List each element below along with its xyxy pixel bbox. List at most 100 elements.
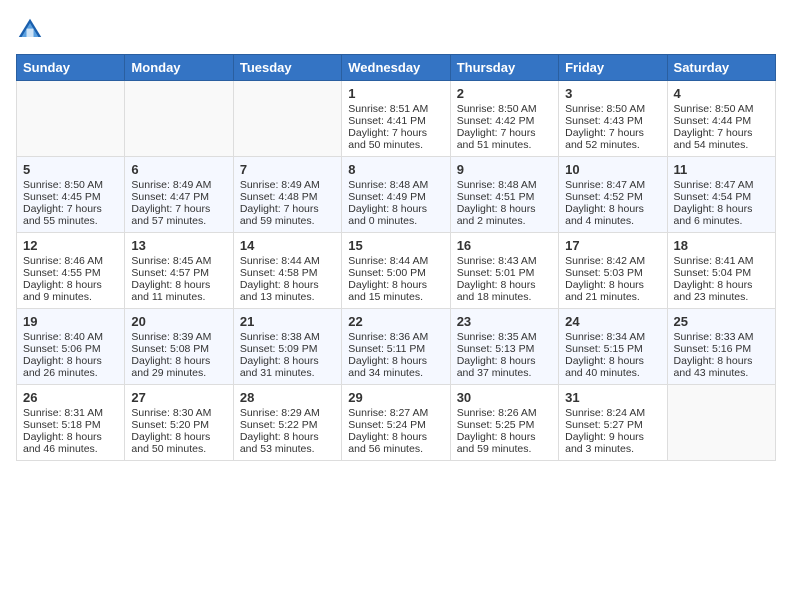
- sunset-text: Sunset: 5:24 PM: [348, 419, 443, 431]
- sunrise-text: Sunrise: 8:41 AM: [674, 255, 769, 267]
- page-header: [16, 16, 776, 44]
- calendar-cell: 17 Sunrise: 8:42 AMSunset: 5:03 PMDayligh…: [559, 233, 667, 309]
- day-number: 18: [674, 238, 769, 253]
- sunrise-text: Sunrise: 8:42 AM: [565, 255, 660, 267]
- day-number: 28: [240, 390, 335, 405]
- sunrise-text: Sunrise: 8:44 AM: [348, 255, 443, 267]
- calendar-cell: 5Sunrise: 8:50 AMSunset: 4:45 PMDaylight…: [17, 157, 125, 233]
- day-number: 12: [23, 238, 118, 253]
- sunset-text: Sunset: 5:03 PM: [565, 267, 660, 279]
- sunset-text: Sunset: 5:22 PM: [240, 419, 335, 431]
- day-number: 17: [565, 238, 660, 253]
- daylight-text: Daylight: 8 hours and 23 minutes.: [674, 279, 769, 303]
- calendar-cell: 8Sunrise: 8:48 AMSunset: 4:49 PMDaylight…: [342, 157, 450, 233]
- sunrise-text: Sunrise: 8:31 AM: [23, 407, 118, 419]
- day-number: 31: [565, 390, 660, 405]
- sunset-text: Sunset: 4:48 PM: [240, 191, 335, 203]
- sunrise-text: Sunrise: 8:44 AM: [240, 255, 335, 267]
- daylight-text: Daylight: 8 hours and 18 minutes.: [457, 279, 552, 303]
- sunrise-text: Sunrise: 8:50 AM: [23, 179, 118, 191]
- logo-icon: [16, 16, 44, 44]
- calendar-cell: 18 Sunrise: 8:41 AMSunset: 5:04 PMDayligh…: [667, 233, 775, 309]
- day-number: 9: [457, 162, 552, 177]
- daylight-text: Daylight: 7 hours and 59 minutes.: [240, 203, 335, 227]
- day-number: 16: [457, 238, 552, 253]
- calendar-cell: 26Sunrise: 8:31 AMSunset: 5:18 PMDayligh…: [17, 385, 125, 461]
- day-number: 30: [457, 390, 552, 405]
- sunrise-text: Sunrise: 8:36 AM: [348, 331, 443, 343]
- calendar-cell: 23Sunrise: 8:35 AMSunset: 5:13 PMDayligh…: [450, 309, 558, 385]
- day-number: 15: [348, 238, 443, 253]
- day-number: 6: [131, 162, 226, 177]
- sunrise-text: Sunrise: 8:46 AM: [23, 255, 118, 267]
- day-number: 4: [674, 86, 769, 101]
- calendar-cell: 30Sunrise: 8:26 AMSunset: 5:25 PMDayligh…: [450, 385, 558, 461]
- weekday-header-sunday: Sunday: [17, 55, 125, 81]
- sunset-text: Sunset: 4:49 PM: [348, 191, 443, 203]
- weekday-header-saturday: Saturday: [667, 55, 775, 81]
- day-number: 7: [240, 162, 335, 177]
- sunrise-text: Sunrise: 8:39 AM: [131, 331, 226, 343]
- daylight-text: Daylight: 8 hours and 2 minutes.: [457, 203, 552, 227]
- daylight-text: Daylight: 8 hours and 40 minutes.: [565, 355, 660, 379]
- sunrise-text: Sunrise: 8:49 AM: [131, 179, 226, 191]
- day-number: 19: [23, 314, 118, 329]
- sunrise-text: Sunrise: 8:33 AM: [674, 331, 769, 343]
- sunset-text: Sunset: 4:57 PM: [131, 267, 226, 279]
- day-number: 21: [240, 314, 335, 329]
- sunset-text: Sunset: 4:41 PM: [348, 115, 443, 127]
- daylight-text: Daylight: 7 hours and 54 minutes.: [674, 127, 769, 151]
- calendar-cell: 10Sunrise: 8:47 AMSunset: 4:52 PMDayligh…: [559, 157, 667, 233]
- sunset-text: Sunset: 4:43 PM: [565, 115, 660, 127]
- weekday-header-monday: Monday: [125, 55, 233, 81]
- daylight-text: Daylight: 8 hours and 59 minutes.: [457, 431, 552, 455]
- calendar-cell: 6Sunrise: 8:49 AMSunset: 4:47 PMDaylight…: [125, 157, 233, 233]
- day-number: 29: [348, 390, 443, 405]
- calendar-cell: 1Sunrise: 8:51 AMSunset: 4:41 PMDaylight…: [342, 81, 450, 157]
- sunrise-text: Sunrise: 8:47 AM: [674, 179, 769, 191]
- sunset-text: Sunset: 4:51 PM: [457, 191, 552, 203]
- calendar-cell: 16Sunrise: 8:43 AMSunset: 5:01 PMDayligh…: [450, 233, 558, 309]
- sunrise-text: Sunrise: 8:35 AM: [457, 331, 552, 343]
- sunrise-text: Sunrise: 8:45 AM: [131, 255, 226, 267]
- weekday-header-friday: Friday: [559, 55, 667, 81]
- daylight-text: Daylight: 7 hours and 57 minutes.: [131, 203, 226, 227]
- daylight-text: Daylight: 8 hours and 15 minutes.: [348, 279, 443, 303]
- daylight-text: Daylight: 8 hours and 31 minutes.: [240, 355, 335, 379]
- weekday-header-wednesday: Wednesday: [342, 55, 450, 81]
- sunset-text: Sunset: 5:08 PM: [131, 343, 226, 355]
- sunrise-text: Sunrise: 8:26 AM: [457, 407, 552, 419]
- sunrise-text: Sunrise: 8:51 AM: [348, 103, 443, 115]
- calendar-week-row: 19Sunrise: 8:40 AMSunset: 5:06 PMDayligh…: [17, 309, 776, 385]
- sunset-text: Sunset: 4:42 PM: [457, 115, 552, 127]
- daylight-text: Daylight: 8 hours and 53 minutes.: [240, 431, 335, 455]
- sunrise-text: Sunrise: 8:49 AM: [240, 179, 335, 191]
- sunset-text: Sunset: 5:01 PM: [457, 267, 552, 279]
- daylight-text: Daylight: 9 hours and 3 minutes.: [565, 431, 660, 455]
- sunrise-text: Sunrise: 8:50 AM: [457, 103, 552, 115]
- sunset-text: Sunset: 4:52 PM: [565, 191, 660, 203]
- calendar-cell: 19Sunrise: 8:40 AMSunset: 5:06 PMDayligh…: [17, 309, 125, 385]
- calendar-cell: 27Sunrise: 8:30 AMSunset: 5:20 PMDayligh…: [125, 385, 233, 461]
- sunrise-text: Sunrise: 8:27 AM: [348, 407, 443, 419]
- weekday-header-row: SundayMondayTuesdayWednesdayThursdayFrid…: [17, 55, 776, 81]
- daylight-text: Daylight: 8 hours and 50 minutes.: [131, 431, 226, 455]
- calendar-cell: 13Sunrise: 8:45 AMSunset: 4:57 PMDayligh…: [125, 233, 233, 309]
- daylight-text: Daylight: 8 hours and 21 minutes.: [565, 279, 660, 303]
- sunset-text: Sunset: 5:00 PM: [348, 267, 443, 279]
- weekday-header-thursday: Thursday: [450, 55, 558, 81]
- logo: [16, 16, 48, 44]
- daylight-text: Daylight: 8 hours and 43 minutes.: [674, 355, 769, 379]
- daylight-text: Daylight: 7 hours and 52 minutes.: [565, 127, 660, 151]
- sunset-text: Sunset: 5:15 PM: [565, 343, 660, 355]
- sunrise-text: Sunrise: 8:50 AM: [674, 103, 769, 115]
- sunset-text: Sunset: 5:20 PM: [131, 419, 226, 431]
- sunrise-text: Sunrise: 8:30 AM: [131, 407, 226, 419]
- day-number: 26: [23, 390, 118, 405]
- day-number: 1: [348, 86, 443, 101]
- calendar-cell: 29Sunrise: 8:27 AMSunset: 5:24 PMDayligh…: [342, 385, 450, 461]
- sunset-text: Sunset: 5:04 PM: [674, 267, 769, 279]
- calendar-cell: 2Sunrise: 8:50 AMSunset: 4:42 PMDaylight…: [450, 81, 558, 157]
- daylight-text: Daylight: 8 hours and 11 minutes.: [131, 279, 226, 303]
- sunset-text: Sunset: 5:11 PM: [348, 343, 443, 355]
